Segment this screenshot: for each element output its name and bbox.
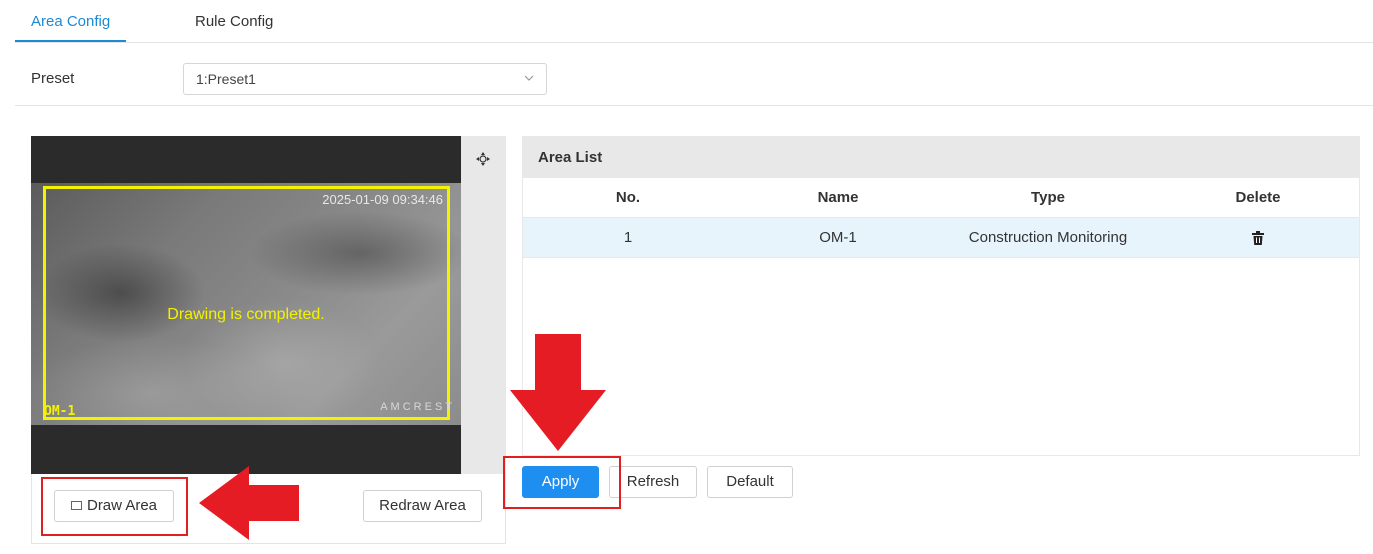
arrow-left-icon <box>199 466 299 540</box>
drawing-status-message: Drawing is completed. <box>167 306 325 323</box>
draw-area-highlight-box <box>41 477 188 536</box>
apply-highlight-box <box>503 456 621 509</box>
column-header-name: Name <box>817 189 859 206</box>
refresh-button[interactable]: Refresh <box>609 466 697 498</box>
trash-icon[interactable] <box>1252 231 1264 246</box>
table-header-row: No. Name Type Delete <box>523 178 1359 218</box>
tab-area-config[interactable]: Area Config <box>31 0 110 43</box>
tab-rule-config[interactable]: Rule Config <box>195 0 273 43</box>
camera-watermark: AMCREST <box>380 401 455 413</box>
row-type: Construction Monitoring <box>968 229 1128 246</box>
roi-area-outline[interactable] <box>43 186 450 420</box>
video-preview[interactable]: 2025-01-09 09:34:46 Drawing is completed… <box>31 136 461 474</box>
redraw-area-button[interactable]: Redraw Area <box>363 490 482 522</box>
column-header-delete: Delete <box>1235 189 1281 206</box>
move-icon[interactable] <box>476 152 490 166</box>
table-row[interactable]: 1 OM-1 Construction Monitoring <box>523 218 1359 258</box>
default-button[interactable]: Default <box>707 466 793 498</box>
preset-label: Preset <box>31 70 75 87</box>
preset-selected-value: 1:Preset1 <box>196 71 256 87</box>
roi-area-label: OM-1 <box>44 404 76 419</box>
arrow-down-icon <box>510 334 606 451</box>
video-side-panel <box>461 136 506 474</box>
active-tab-indicator <box>15 40 126 42</box>
section-divider <box>15 105 1373 106</box>
column-header-type: Type <box>1031 189 1065 206</box>
area-list-title: Area List <box>523 137 1359 178</box>
row-delete <box>1153 218 1363 258</box>
preset-select[interactable]: 1:Preset1 <box>183 63 547 95</box>
row-name: OM-1 <box>819 229 857 246</box>
tab-bar: Area Config Rule Config <box>15 0 1373 43</box>
area-list-panel: Area List No. Name Type Delete 1 OM-1 Co… <box>522 136 1360 456</box>
chevron-down-icon <box>524 75 534 81</box>
row-no: 1 <box>623 229 633 246</box>
column-header-no: No. <box>615 189 641 206</box>
